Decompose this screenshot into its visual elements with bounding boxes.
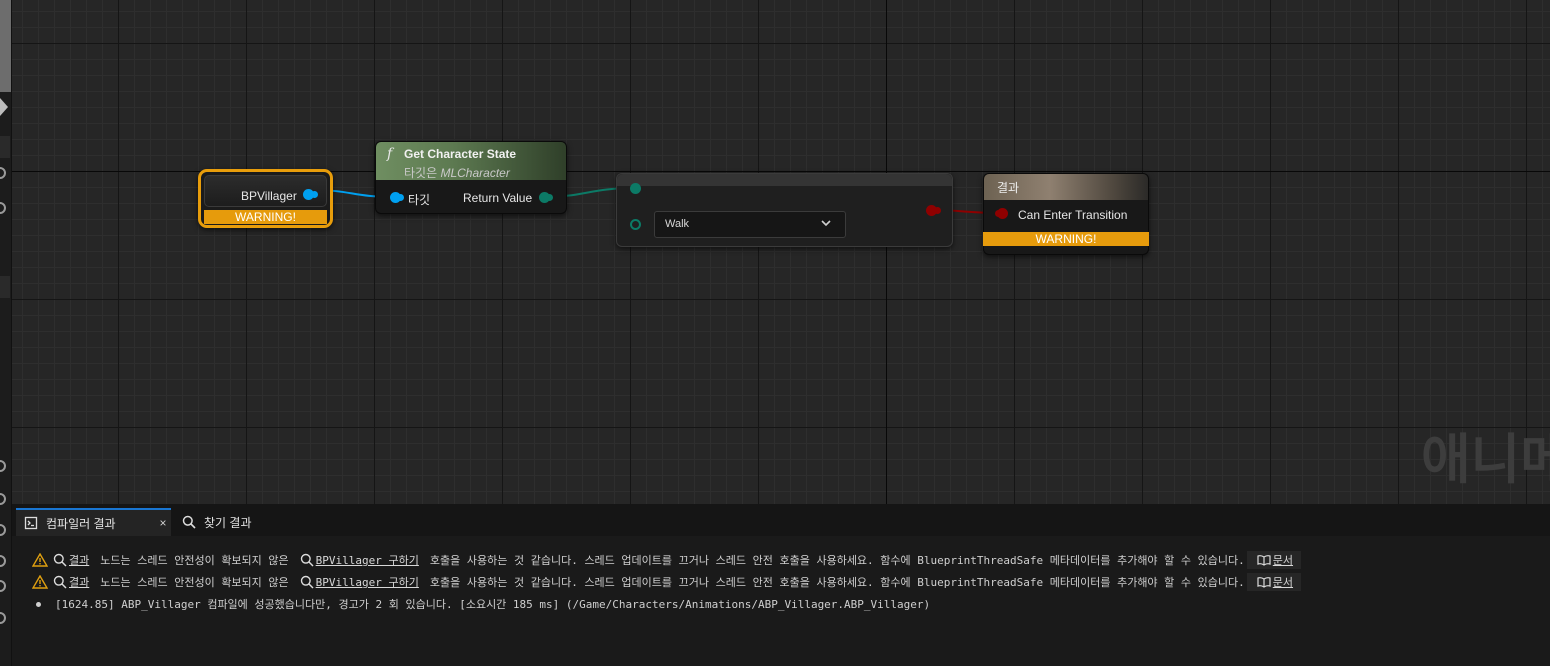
bool-output-pin-icon[interactable]	[926, 205, 937, 216]
sidebar-tab[interactable]	[0, 276, 10, 298]
return-value-pin-label: Return Value	[463, 191, 533, 205]
node-bpvillager-variable[interactable]: BPVillager WARNING!	[198, 169, 333, 228]
sidebar-pin-icon	[0, 580, 6, 592]
subtitle-prefix: 타깃은	[404, 166, 438, 180]
warning-icon	[32, 575, 48, 589]
enum-input-pin-b-icon[interactable]	[630, 219, 641, 230]
log-message-info: [1624.85] ABP_Villager 컴파일에 성공했습니다만, 경고가…	[32, 594, 1412, 614]
result-node-header: 결과	[984, 174, 1148, 200]
result-link[interactable]: 결과	[69, 552, 89, 568]
tab-find-results[interactable]: 찾기 결과	[182, 508, 292, 536]
tab-compiler-results[interactable]: 컴파일러 결과 ×	[16, 508, 171, 536]
target-input-pin-icon[interactable]	[390, 192, 401, 203]
message-text: [1624.85] ABP_Villager 컴파일에 성공했습니다만, 경고가…	[55, 598, 931, 611]
can-enter-transition-pin-icon[interactable]	[997, 208, 1008, 219]
node-enum-equal[interactable]: Walk	[616, 173, 953, 247]
enum-node-header	[617, 174, 952, 186]
search-icon	[182, 515, 196, 529]
wire-layer	[311, 187, 1002, 214]
function-node-header: f Get Character State 타깃은 MLCharacter	[376, 142, 566, 180]
close-icon[interactable]: ×	[155, 516, 171, 530]
message-text: 노드는 스레드 안전성이 확보되지 않은	[100, 576, 289, 589]
bullet-icon	[36, 601, 41, 607]
search-icon[interactable]	[53, 575, 67, 589]
sidebar-pin-icon	[0, 167, 6, 179]
sidebar-tab[interactable]	[0, 136, 10, 158]
log-message-warning: 결과 노드는 스레드 안전성이 확보되지 않은 BPVillager 구하기 호…	[32, 550, 1412, 570]
compiler-results-icon	[24, 516, 38, 530]
documentation-button[interactable]: 문서	[1246, 551, 1302, 569]
result-link[interactable]: 결과	[69, 574, 89, 590]
documentation-link: 문서	[1272, 576, 1294, 589]
message-text: 노드는 스레드 안전성이 확보되지 않은	[100, 554, 289, 567]
message-text: 호출을 사용하는 것 같습니다. 스레드 업데이트를 끄거나 스레드 안전 호출…	[429, 554, 1245, 567]
left-sidebar-strip	[0, 0, 12, 666]
variable-node-body: BPVillager	[204, 175, 327, 207]
search-icon[interactable]	[300, 553, 314, 567]
node-transition-result[interactable]: 결과 Can Enter Transition WARNING!	[983, 173, 1149, 255]
book-icon	[1257, 577, 1271, 588]
warning-icon	[32, 553, 48, 567]
message-text: 호출을 사용하는 것 같습니다. 스레드 업데이트를 끄거나 스레드 안전 호출…	[429, 576, 1245, 589]
search-icon[interactable]	[300, 575, 314, 589]
documentation-link: 문서	[1272, 554, 1294, 567]
enum-selected-value: Walk	[665, 218, 690, 230]
object-output-pin-icon[interactable]	[303, 189, 314, 200]
blueprint-graph-canvas[interactable]: 애니메 BPVillager WARNING! f Get Character …	[12, 0, 1550, 504]
can-enter-transition-label: Can Enter Transition	[1018, 208, 1128, 222]
sidebar-pin-icon	[0, 493, 6, 505]
panel-splitter-handle[interactable]	[0, 0, 11, 92]
tab-label: 찾기 결과	[204, 515, 252, 530]
node-link[interactable]: BPVillager 구하기	[316, 574, 419, 590]
variable-name: BPVillager	[241, 189, 297, 203]
search-icon[interactable]	[53, 553, 67, 567]
function-node-subtitle: 타깃은 MLCharacter	[404, 164, 510, 181]
panel-tab-bar: 컴파일러 결과 × 찾기 결과	[12, 504, 1550, 536]
target-pin-label: 타깃	[408, 193, 431, 207]
warning-badge: WARNING!	[983, 232, 1149, 246]
enum-value-dropdown[interactable]: Walk	[654, 211, 846, 238]
function-node-title: Get Character State	[404, 147, 517, 161]
node-grip-icon	[773, 206, 799, 237]
sidebar-pin-icon	[0, 524, 6, 536]
tab-label: 컴파일러 결과	[46, 516, 116, 531]
warning-badge: WARNING!	[204, 210, 327, 224]
book-icon	[1257, 555, 1271, 566]
subtitle-class: MLCharacter	[440, 166, 510, 180]
sidebar-pin-icon	[0, 555, 6, 567]
node-link[interactable]: BPVillager 구하기	[316, 552, 419, 568]
sidebar-pin-icon	[0, 202, 6, 214]
log-message-warning: 결과 노드는 스레드 안전성이 확보되지 않은 BPVillager 구하기 호…	[32, 572, 1412, 592]
compiler-results-panel: 컴파일러 결과 × 찾기 결과 결과 노드는 스레드 안전성이 확보되지 않은	[12, 504, 1550, 666]
return-value-output-pin-icon[interactable]	[539, 192, 550, 203]
function-icon: f	[387, 146, 393, 162]
node-get-character-state[interactable]: f Get Character State 타깃은 MLCharacter 타깃…	[375, 141, 567, 214]
sidebar-pin-icon	[0, 612, 6, 624]
result-node-title: 결과	[997, 181, 1020, 195]
enum-input-pin-a-icon[interactable]	[630, 183, 641, 194]
sidebar-pin-icon	[0, 460, 6, 472]
documentation-button[interactable]: 문서	[1246, 573, 1302, 591]
collapse-arrow-icon[interactable]	[0, 98, 8, 116]
chevron-down-icon	[821, 220, 831, 227]
